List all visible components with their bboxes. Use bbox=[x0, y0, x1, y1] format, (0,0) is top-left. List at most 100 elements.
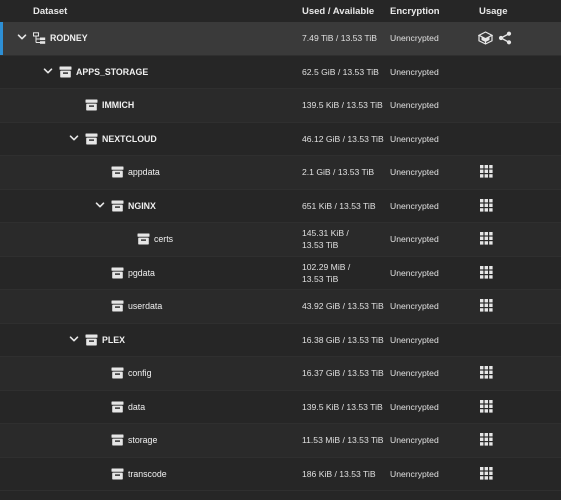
used-available: 16.37 GiB / 13.53 TiB bbox=[302, 368, 384, 379]
dataset-icon bbox=[85, 334, 98, 346]
usage-icons bbox=[480, 198, 498, 213]
used-available: 11.53 MiB / 13.53 TiB bbox=[302, 435, 384, 446]
table-row[interactable]: data 139.5 KiB / 13.53 TiB Unencrypted bbox=[0, 390, 561, 424]
encryption-status: Unencrypted bbox=[390, 133, 439, 144]
encryption-status: Unencrypted bbox=[390, 368, 439, 379]
used-available: 186 KiB / 13.53 TiB bbox=[302, 468, 376, 479]
chevron-down-icon[interactable] bbox=[68, 333, 80, 345]
usage-icons bbox=[480, 165, 498, 179]
table-row[interactable]: RODNEY 7.49 TiB / 13.53 TiB Unencrypted bbox=[0, 22, 561, 56]
dataset-icon bbox=[111, 166, 124, 178]
usage-icons bbox=[480, 265, 498, 280]
encryption-status: Unencrypted bbox=[390, 301, 439, 312]
table-row[interactable]: userdata 43.92 GiB / 13.53 TiB Unencrypted bbox=[0, 290, 561, 324]
used-available: 2.1 GiB / 13.53 TiB bbox=[302, 167, 375, 178]
grid-icon[interactable] bbox=[480, 299, 493, 312]
header-usage[interactable]: Usage bbox=[479, 6, 508, 17]
table-row[interactable]: NEXTCLOUD 46.12 GiB / 13.53 TiB Unencrypte… bbox=[0, 122, 561, 156]
encryption-status: Unencrypted bbox=[390, 167, 439, 178]
dataset-name: config bbox=[128, 368, 152, 379]
grid-icon[interactable] bbox=[480, 165, 493, 178]
share-icon[interactable] bbox=[498, 31, 512, 45]
encryption-status: Unencrypted bbox=[390, 234, 439, 245]
chevron-down-icon[interactable] bbox=[42, 65, 54, 77]
used-available: 139.5 KiB / 13.53 TiB bbox=[302, 100, 383, 111]
usage-icons bbox=[480, 232, 498, 246]
dataset-icon bbox=[111, 200, 124, 212]
dataset-icon bbox=[85, 133, 98, 145]
header-encryption[interactable]: Encryption bbox=[390, 6, 440, 17]
dataset-name: certs bbox=[154, 234, 174, 245]
dataset-icon bbox=[59, 66, 72, 78]
used-available: 145.31 KiB /13.53 TiB bbox=[302, 227, 386, 251]
table-row[interactable]: appdata 2.1 GiB / 13.53 TiB Unencrypted bbox=[0, 156, 561, 190]
datasets-table: Dataset Used / Available Encryption Usag… bbox=[0, 0, 561, 500]
used-available: 62.5 GiB / 13.53 TiB bbox=[302, 66, 379, 77]
grid-icon[interactable] bbox=[480, 366, 493, 379]
chevron-down-icon[interactable] bbox=[16, 31, 28, 43]
dataset-name: userdata bbox=[128, 301, 163, 312]
usage-icons bbox=[480, 399, 498, 414]
dataset-name: IMMICH bbox=[102, 100, 135, 111]
used-available-line: 102.29 MiB / bbox=[302, 261, 351, 272]
grid-icon[interactable] bbox=[480, 433, 493, 446]
used-available: 46.12 GiB / 13.53 TiB bbox=[302, 133, 384, 144]
grid-icon[interactable] bbox=[480, 232, 493, 245]
usage-icons bbox=[480, 299, 498, 313]
grid-icon[interactable] bbox=[480, 265, 493, 279]
table-row[interactable]: pgdata 102.29 MiB /13.53 TiB Unencrypted bbox=[0, 256, 561, 290]
encryption-status: Unencrypted bbox=[390, 200, 439, 211]
dataset-icon bbox=[111, 267, 124, 279]
dataset-name: NEXTCLOUD bbox=[102, 133, 157, 144]
dataset-name: APPS_STORAGE bbox=[76, 66, 149, 77]
encryption-status: Unencrypted bbox=[390, 435, 439, 446]
grid-icon[interactable] bbox=[480, 198, 493, 212]
table-row[interactable]: IMMICH 139.5 KiB / 13.53 TiB Unencrypted bbox=[0, 89, 561, 123]
dataset-name: transcode bbox=[128, 468, 167, 479]
grid-icon[interactable] bbox=[480, 399, 493, 413]
used-available: 16.38 GiB / 13.53 TiB bbox=[302, 334, 384, 345]
dataset-name: NGINX bbox=[128, 200, 156, 211]
encryption-status: Unencrypted bbox=[390, 468, 439, 479]
dataset-icon bbox=[137, 233, 150, 245]
table-header: Dataset Used / Available Encryption Usag… bbox=[0, 0, 561, 22]
chevron-down-icon[interactable] bbox=[68, 132, 80, 144]
encryption-status: Unencrypted bbox=[390, 33, 439, 44]
used-available: 7.49 TiB / 13.53 TiB bbox=[302, 33, 378, 44]
table-body: RODNEY 7.49 TiB / 13.53 TiB Unencrypted APP… bbox=[0, 22, 561, 491]
dataset-name: data bbox=[128, 401, 146, 412]
dataset-name: PLEX bbox=[102, 334, 125, 345]
dataset-icon bbox=[111, 434, 124, 446]
used-available-line: 13.53 TiB bbox=[302, 273, 339, 284]
used-available: 43.92 GiB / 13.53 TiB bbox=[302, 301, 384, 312]
header-dataset[interactable]: Dataset bbox=[33, 6, 67, 17]
apps-icon[interactable] bbox=[478, 31, 493, 45]
encryption-status: Unencrypted bbox=[390, 334, 439, 345]
table-row[interactable]: transcode 186 KiB / 13.53 TiB Unencrypted bbox=[0, 457, 561, 491]
used-available: 651 KiB / 13.53 TiB bbox=[302, 200, 376, 211]
table-row[interactable]: storage 11.53 MiB / 13.53 TiB Unencrypted bbox=[0, 424, 561, 458]
pool-icon bbox=[33, 32, 46, 45]
dataset-icon bbox=[111, 367, 124, 379]
dataset-name: storage bbox=[128, 435, 158, 446]
dataset-icon bbox=[111, 401, 124, 413]
usage-icons bbox=[480, 366, 498, 380]
header-used-available[interactable]: Used / Available bbox=[302, 6, 374, 17]
table-row[interactable]: APPS_STORAGE 62.5 GiB / 13.53 TiB Unencryp… bbox=[0, 55, 561, 89]
dataset-name: RODNEY bbox=[50, 33, 88, 44]
table-row[interactable]: PLEX 16.38 GiB / 13.53 TiB Unencrypted bbox=[0, 323, 561, 357]
dataset-icon bbox=[111, 468, 124, 480]
table-row[interactable]: certs 145.31 KiB /13.53 TiB Unencrypted bbox=[0, 223, 561, 257]
table-row[interactable]: NGINX 651 KiB / 13.53 TiB Unencrypted bbox=[0, 189, 561, 223]
used-available-line: 145.31 KiB / bbox=[302, 228, 349, 239]
chevron-down-icon[interactable] bbox=[94, 199, 106, 211]
encryption-status: Unencrypted bbox=[390, 66, 439, 77]
dataset-name: appdata bbox=[128, 167, 160, 178]
used-available: 139.5 KiB / 13.53 TiB bbox=[302, 401, 383, 412]
grid-icon[interactable] bbox=[480, 466, 493, 480]
usage-icons bbox=[480, 433, 498, 447]
dataset-icon bbox=[111, 300, 124, 312]
table-row[interactable]: config 16.37 GiB / 13.53 TiB Unencrypted bbox=[0, 357, 561, 391]
encryption-status: Unencrypted bbox=[390, 267, 439, 278]
usage-icons bbox=[480, 466, 498, 481]
